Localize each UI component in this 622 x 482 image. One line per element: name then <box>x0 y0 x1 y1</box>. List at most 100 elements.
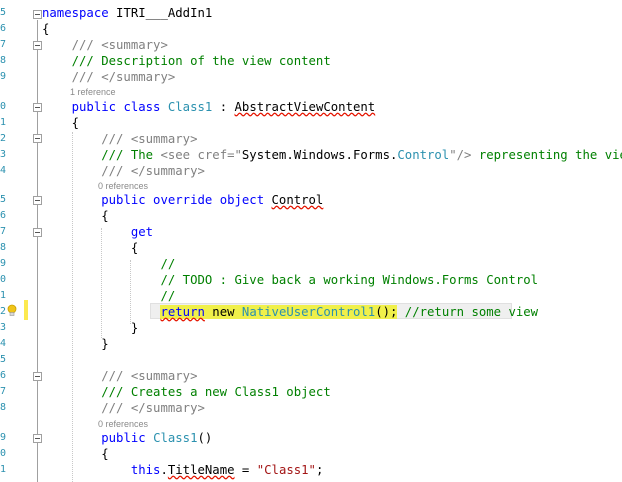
code-line[interactable]: // TODO : Give back a working Windows.Fo… <box>42 272 538 288</box>
operator: = <box>234 463 257 477</box>
keyword: this <box>130 463 161 477</box>
type-name: NativeUserControl1 <box>241 305 376 319</box>
codelens-reference[interactable]: 0 references <box>98 180 148 192</box>
punctuation: () <box>197 431 213 445</box>
comment: /// The <box>42 148 161 162</box>
line-number: 2 <box>0 306 6 317</box>
fold-line <box>37 20 38 482</box>
type-name: Class1 <box>167 100 213 114</box>
line-number: 8 <box>0 402 6 413</box>
line-number: 6 <box>0 23 6 34</box>
comment: representing the view <box>471 148 622 162</box>
collapse-icon[interactable] <box>33 372 42 381</box>
line-number: 0 <box>0 274 6 285</box>
keyword: public <box>101 431 154 445</box>
line-number: 9 <box>0 71 6 82</box>
collapse-icon[interactable] <box>33 134 42 143</box>
member-name: TitleName <box>167 463 235 477</box>
line-number: 1 <box>0 117 6 128</box>
codelens-reference[interactable]: 0 references <box>98 418 148 430</box>
line-number: 8 <box>0 242 6 253</box>
code-line[interactable]: namespace ITRI___AddIn1 <box>42 5 212 21</box>
code-line[interactable]: /// </summary> <box>42 163 205 179</box>
code-line[interactable]: public Class1() <box>42 430 212 446</box>
code-line[interactable]: /// The <see cref="System.Windows.Forms.… <box>42 147 622 163</box>
namespace-name: ITRI___AddIn1 <box>108 6 213 20</box>
keyword-new: new <box>204 305 242 319</box>
doc-ref-type: Control <box>397 148 450 162</box>
code-line[interactable]: this.TitleName = "Class1"; <box>42 462 324 478</box>
code-line[interactable]: /// </summary> <box>42 69 176 85</box>
code-line[interactable]: public override object Control <box>42 192 323 208</box>
line-number: 0 <box>0 448 6 459</box>
code-line[interactable]: /// </summary> <box>42 400 205 416</box>
line-number: 1 <box>0 464 6 475</box>
doc-tag: "/> <box>449 148 472 162</box>
line-number: 8 <box>0 55 6 66</box>
code-line[interactable]: /// Creates a new Class1 object <box>42 384 331 400</box>
doc-comment: /// <summary> <box>42 38 168 52</box>
line-number: 1 <box>0 290 6 301</box>
collapse-icon[interactable] <box>33 10 42 19</box>
collapse-icon[interactable] <box>33 196 42 205</box>
line-number: 2 <box>0 133 6 144</box>
line-number: 6 <box>0 370 6 381</box>
line-number: 7 <box>0 39 6 50</box>
change-indicator <box>24 300 28 320</box>
code-line[interactable]: } <box>42 320 138 336</box>
line-number: 6 <box>0 210 6 221</box>
member-name: Control <box>271 193 324 207</box>
doc-tag: <see cref=" <box>160 148 242 162</box>
punctuation: (); <box>375 305 398 319</box>
code-line[interactable]: /// <summary> <box>42 37 168 53</box>
code-line[interactable]: // <box>42 288 175 304</box>
code-editor[interactable]: 5 6 7 8 9 0 1 2 3 4 5 6 7 8 9 0 1 2 3 4 … <box>0 0 622 482</box>
punctuation: : <box>212 100 235 114</box>
doc-comment: /// </summary> <box>42 401 205 415</box>
code-line[interactable]: get <box>42 224 153 240</box>
line-number: 0 <box>0 101 6 112</box>
code-line[interactable]: /// <summary> <box>42 131 197 147</box>
doc-comment: /// </summary> <box>42 164 205 178</box>
line-number: 9 <box>0 432 6 443</box>
collapse-icon[interactable] <box>33 228 42 237</box>
punctuation: ; <box>315 463 324 477</box>
base-type: AbstractViewContent <box>234 100 376 114</box>
lightbulb-icon[interactable] <box>7 304 17 318</box>
code-line[interactable]: return new NativeUserControl1(); //retur… <box>42 304 538 320</box>
punctuation: . <box>160 463 168 477</box>
keyword: get <box>130 225 154 239</box>
code-line[interactable]: // <box>42 256 175 272</box>
comment: //return some view <box>397 305 539 319</box>
line-number: 3 <box>0 149 6 160</box>
code-line[interactable]: { <box>42 21 49 37</box>
code-line[interactable]: /// Description of the view content <box>42 53 331 69</box>
code-line[interactable]: { <box>42 115 79 131</box>
keyword: public override object <box>101 193 272 207</box>
code-line[interactable]: } <box>42 336 108 352</box>
doc-comment: /// </summary> <box>42 70 176 84</box>
line-number: 7 <box>0 226 6 237</box>
keyword: return <box>160 305 205 319</box>
collapse-icon[interactable] <box>33 103 42 112</box>
code-line[interactable]: /// <summary> <box>42 368 197 384</box>
code-line[interactable]: { <box>42 240 138 256</box>
string-literal: "Class1" <box>256 463 316 477</box>
code-line[interactable]: public class Class1 : AbstractViewConten… <box>42 99 376 115</box>
codelens-reference[interactable]: 1 reference <box>70 86 116 98</box>
keyword: public class <box>71 100 168 114</box>
line-number: 3 <box>0 322 6 333</box>
code-line[interactable]: { <box>42 446 108 462</box>
line-number: 9 <box>0 258 6 269</box>
doc-comment: /// <summary> <box>42 369 198 383</box>
code-line[interactable]: { <box>42 208 108 224</box>
collapse-icon[interactable] <box>33 434 42 443</box>
type-name: Class1 <box>153 431 198 445</box>
line-number: 5 <box>0 354 6 365</box>
doc-ref: System.Windows.Forms. <box>241 148 398 162</box>
collapse-icon[interactable] <box>33 41 42 50</box>
line-number: 4 <box>0 338 6 349</box>
line-number: 7 <box>0 386 6 397</box>
doc-comment: /// <summary> <box>42 132 198 146</box>
line-number: 5 <box>0 194 6 205</box>
